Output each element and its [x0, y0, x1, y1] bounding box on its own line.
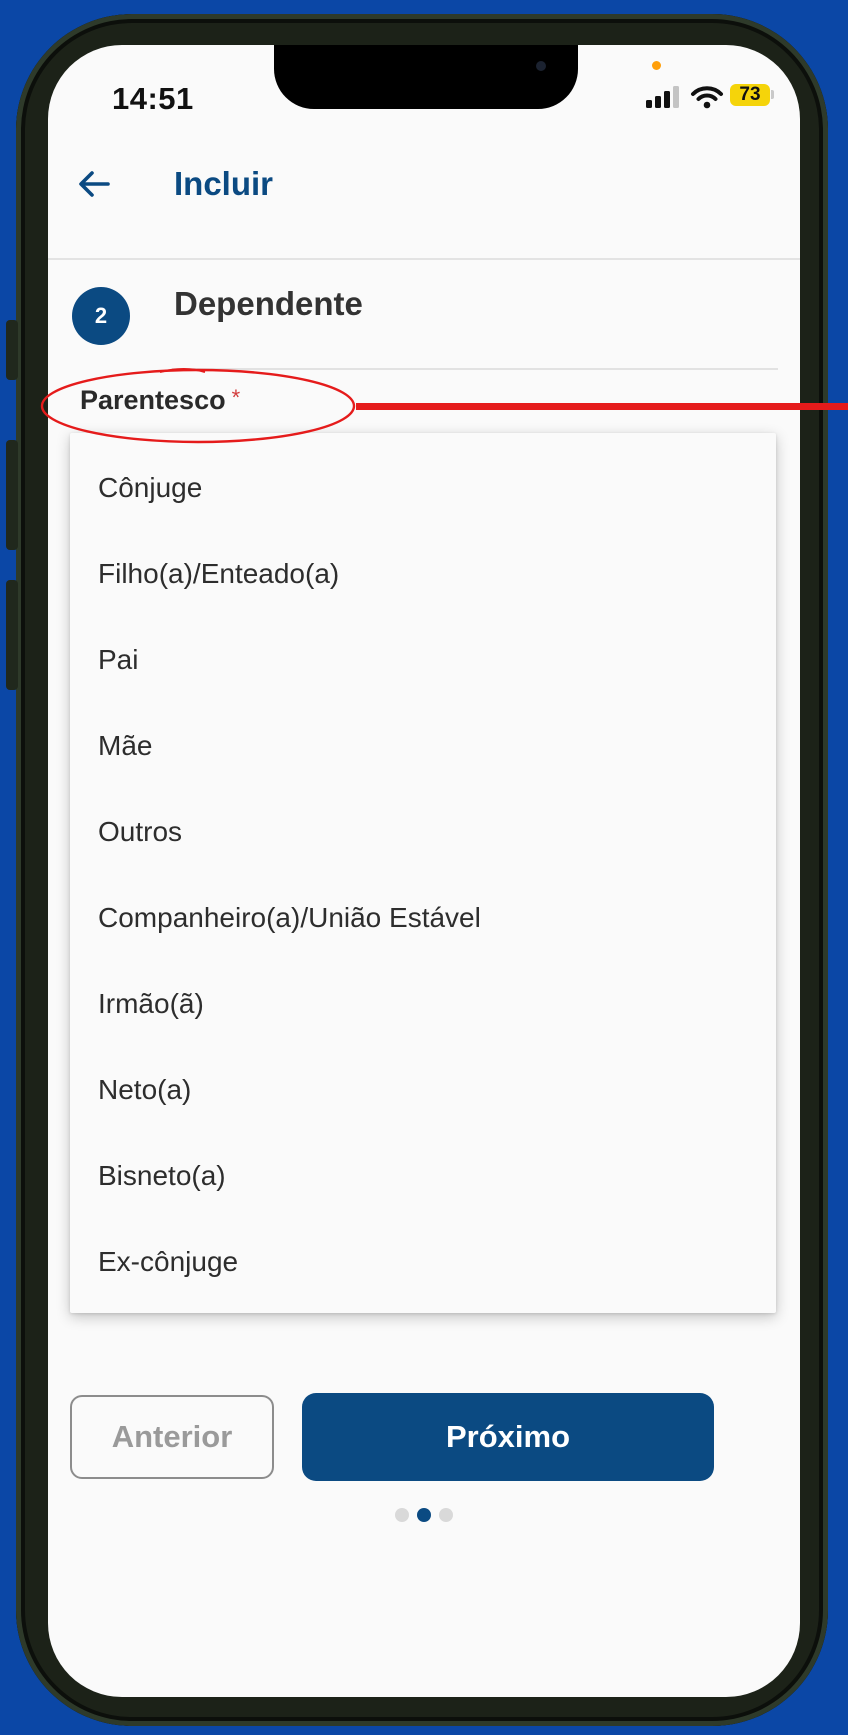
option-mae[interactable]: Mãe [70, 703, 776, 789]
header-divider [48, 258, 800, 260]
cellular-signal-icon [646, 86, 679, 108]
anterior-button[interactable]: Anterior [70, 1395, 274, 1479]
option-ex-conjuge[interactable]: Ex-cônjuge [70, 1219, 776, 1305]
option-bisneto[interactable]: Bisneto(a) [70, 1133, 776, 1219]
notch [274, 45, 578, 109]
option-neto[interactable]: Neto(a) [70, 1047, 776, 1133]
option-irmao[interactable]: Irmão(ã) [70, 961, 776, 1047]
mute-switch [6, 320, 18, 380]
battery-indicator: 73 [730, 84, 770, 106]
step-divider [172, 368, 778, 370]
page-title: Incluir [174, 165, 274, 202]
battery-cap [771, 90, 774, 99]
phone-screen: 14:51 73 Incluir 2 Dependente Parentesco… [48, 45, 800, 1697]
pagination-dot [439, 1508, 453, 1522]
required-asterisk: * [231, 385, 241, 410]
privacy-indicator [652, 61, 661, 70]
option-outros[interactable]: Outros [70, 789, 776, 875]
wifi-icon [691, 86, 723, 109]
pagination-dots [48, 1508, 800, 1522]
pagination-dot-active [417, 1508, 431, 1522]
step-number-badge: 2 [72, 287, 130, 345]
app-header: Incluir [48, 145, 800, 237]
status-time: 14:51 [112, 81, 194, 116]
option-conjuge[interactable]: Cônjuge [70, 445, 776, 531]
volume-down-button [6, 580, 18, 690]
parentesco-dropdown-menu: Cônjuge Filho(a)/Enteado(a) Pai Mãe Outr… [70, 433, 776, 1313]
option-companheiro-uniao-estavel[interactable]: Companheiro(a)/União Estável [70, 875, 776, 961]
back-arrow-icon[interactable] [70, 159, 120, 209]
pagination-dot [395, 1508, 409, 1522]
step-title: Dependente [174, 285, 363, 322]
option-pai[interactable]: Pai [70, 617, 776, 703]
parentesco-field-label: Parentesco * [80, 385, 240, 416]
field-label-text: Parentesco [80, 385, 226, 415]
camera-dot [536, 61, 546, 71]
option-filho-enteado[interactable]: Filho(a)/Enteado(a) [70, 531, 776, 617]
volume-up-button [6, 440, 18, 550]
proximo-button[interactable]: Próximo [302, 1393, 714, 1481]
